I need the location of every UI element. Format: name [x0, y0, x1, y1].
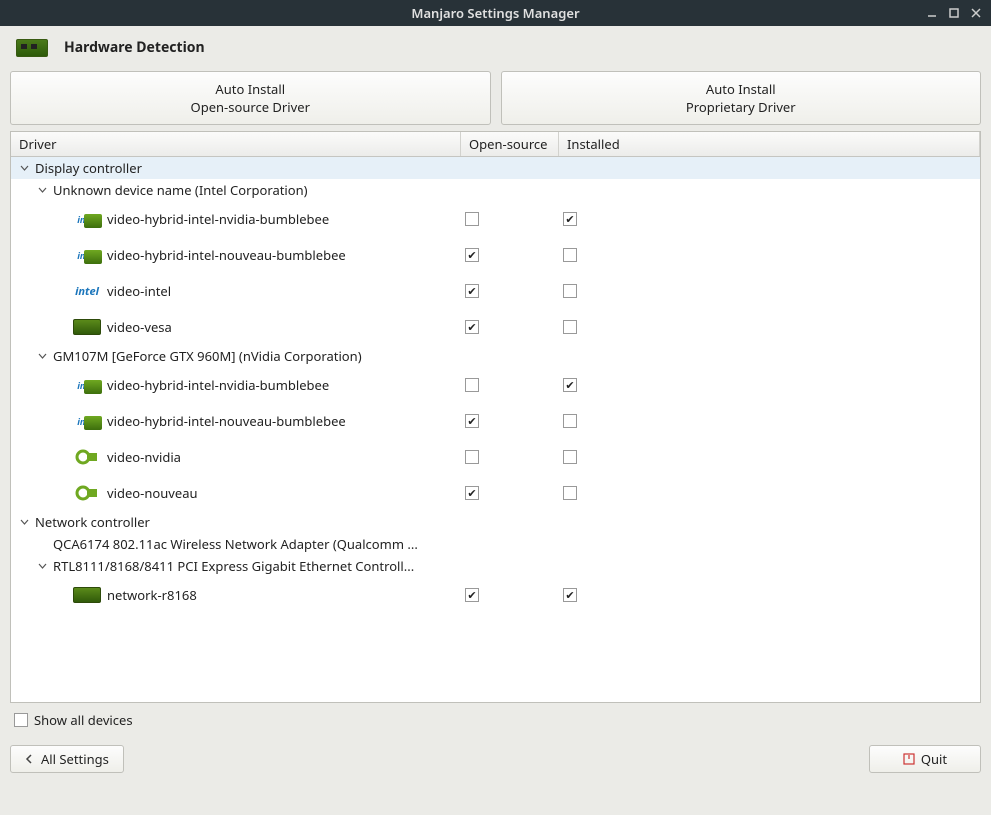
btn-line1: Auto Install	[502, 80, 981, 98]
quit-label: Quit	[921, 750, 947, 768]
checkbox[interactable]	[465, 450, 479, 464]
intel-driver-icon: intel	[71, 208, 103, 230]
all-settings-label: All Settings	[41, 750, 109, 768]
device-row[interactable]: QCA6174 802.11ac Wireless Network Adapte…	[11, 533, 980, 555]
expander-icon[interactable]	[35, 183, 49, 197]
checkbox[interactable]: ✔	[465, 414, 479, 428]
checkbox[interactable]	[563, 320, 577, 334]
quit-icon	[903, 753, 915, 765]
category-row[interactable]: Display controller	[11, 157, 980, 179]
device-row[interactable]: GM107M [GeForce GTX 960M] (nVidia Corpor…	[11, 345, 980, 367]
intel-driver-icon: intel	[71, 374, 103, 396]
checkbox[interactable]	[563, 414, 577, 428]
intel-driver-icon: intel	[71, 244, 103, 266]
tree-label: video-hybrid-intel-nvidia-bumblebee	[107, 210, 329, 228]
checkbox[interactable]	[563, 248, 577, 262]
checkbox[interactable]: ✔	[465, 284, 479, 298]
driver-row[interactable]: intelvideo-hybrid-intel-nvidia-bumblebee…	[11, 201, 980, 237]
checkbox[interactable]: ✔	[563, 212, 577, 226]
checkbox[interactable]	[465, 378, 479, 392]
expander-icon[interactable]	[17, 161, 31, 175]
auto-install-open-source-button[interactable]: Auto Install Open-source Driver	[10, 71, 491, 125]
driver-row[interactable]: intelvideo-hybrid-intel-nouveau-bumblebe…	[11, 403, 980, 439]
btn-line2: Open-source Driver	[11, 98, 490, 116]
page-header: Hardware Detection	[0, 26, 991, 63]
driver-row[interactable]: video-vesa ✔	[11, 309, 980, 345]
tree-label: video-hybrid-intel-nouveau-bumblebee	[107, 412, 346, 430]
intel-icon: intel	[71, 280, 103, 302]
driver-tree[interactable]: Driver Open-source Installed Display con…	[10, 131, 981, 703]
driver-row[interactable]: video-nouveau ✔	[11, 475, 980, 511]
nvidia-icon	[71, 446, 103, 468]
window-buttons	[921, 3, 987, 23]
tree-label: Network controller	[35, 513, 150, 531]
intel-driver-icon: intel	[71, 410, 103, 432]
page-title: Hardware Detection	[64, 38, 205, 57]
checkbox[interactable]: ✔	[465, 486, 479, 500]
checkbox[interactable]	[563, 486, 577, 500]
window-title: Manjaro Settings Manager	[411, 4, 579, 22]
tree-label: network-r8168	[107, 586, 197, 604]
btn-line2: Proprietary Driver	[502, 98, 981, 116]
back-arrow-icon	[25, 754, 35, 764]
titlebar: Manjaro Settings Manager	[0, 0, 991, 26]
minimize-button[interactable]	[921, 3, 943, 23]
checkbox[interactable]: ✔	[563, 588, 577, 602]
checkbox[interactable]: ✔	[563, 378, 577, 392]
checkbox[interactable]	[563, 450, 577, 464]
show-all-checkbox[interactable]	[14, 713, 28, 727]
tree-label: video-nvidia	[107, 448, 181, 466]
col-open-source[interactable]: Open-source	[461, 132, 559, 156]
all-settings-button[interactable]: All Settings	[10, 745, 124, 773]
hardware-icon	[16, 39, 48, 57]
quit-button[interactable]: Quit	[869, 745, 981, 773]
expander-icon[interactable]	[17, 515, 31, 529]
driver-row[interactable]: intelvideo-intel ✔	[11, 273, 980, 309]
tree-label: video-vesa	[107, 318, 172, 336]
col-installed[interactable]: Installed	[559, 132, 980, 156]
checkbox[interactable]: ✔	[465, 320, 479, 334]
tree-label: RTL8111/8168/8411 PCI Express Gigabit Et…	[53, 557, 414, 575]
tree-label: Display controller	[35, 159, 142, 177]
device-row[interactable]: RTL8111/8168/8411 PCI Express Gigabit Et…	[11, 555, 980, 577]
checkbox[interactable]: ✔	[465, 588, 479, 602]
checkbox[interactable]	[563, 284, 577, 298]
category-row[interactable]: Network controller	[11, 511, 980, 533]
pcb-card-icon	[71, 584, 103, 606]
nvidia-icon	[71, 482, 103, 504]
checkbox[interactable]	[465, 212, 479, 226]
driver-row[interactable]: intelvideo-hybrid-intel-nouveau-bumblebe…	[11, 237, 980, 273]
driver-row[interactable]: network-r8168 ✔ ✔	[11, 577, 980, 613]
close-button[interactable]	[965, 3, 987, 23]
auto-install-proprietary-button[interactable]: Auto Install Proprietary Driver	[501, 71, 982, 125]
tree-label: video-hybrid-intel-nouveau-bumblebee	[107, 246, 346, 264]
tree-header: Driver Open-source Installed	[11, 132, 980, 157]
pcb-card-icon	[71, 316, 103, 338]
tree-label: video-nouveau	[107, 484, 198, 502]
col-driver[interactable]: Driver	[11, 132, 461, 156]
tree-label: GM107M [GeForce GTX 960M] (nVidia Corpor…	[53, 347, 362, 365]
tree-label: video-hybrid-intel-nvidia-bumblebee	[107, 376, 329, 394]
maximize-button[interactable]	[943, 3, 965, 23]
driver-row[interactable]: video-nvidia	[11, 439, 980, 475]
tree-label: Unknown device name (Intel Corporation)	[53, 181, 308, 199]
expander-icon[interactable]	[35, 559, 49, 573]
driver-row[interactable]: intelvideo-hybrid-intel-nvidia-bumblebee…	[11, 367, 980, 403]
btn-line1: Auto Install	[11, 80, 490, 98]
expander-icon[interactable]	[35, 349, 49, 363]
checkbox[interactable]: ✔	[465, 248, 479, 262]
tree-label: QCA6174 802.11ac Wireless Network Adapte…	[53, 535, 418, 553]
tree-label: video-intel	[107, 282, 171, 300]
device-row[interactable]: Unknown device name (Intel Corporation)	[11, 179, 980, 201]
show-all-devices[interactable]: Show all devices	[14, 711, 133, 729]
show-all-label: Show all devices	[34, 711, 133, 729]
